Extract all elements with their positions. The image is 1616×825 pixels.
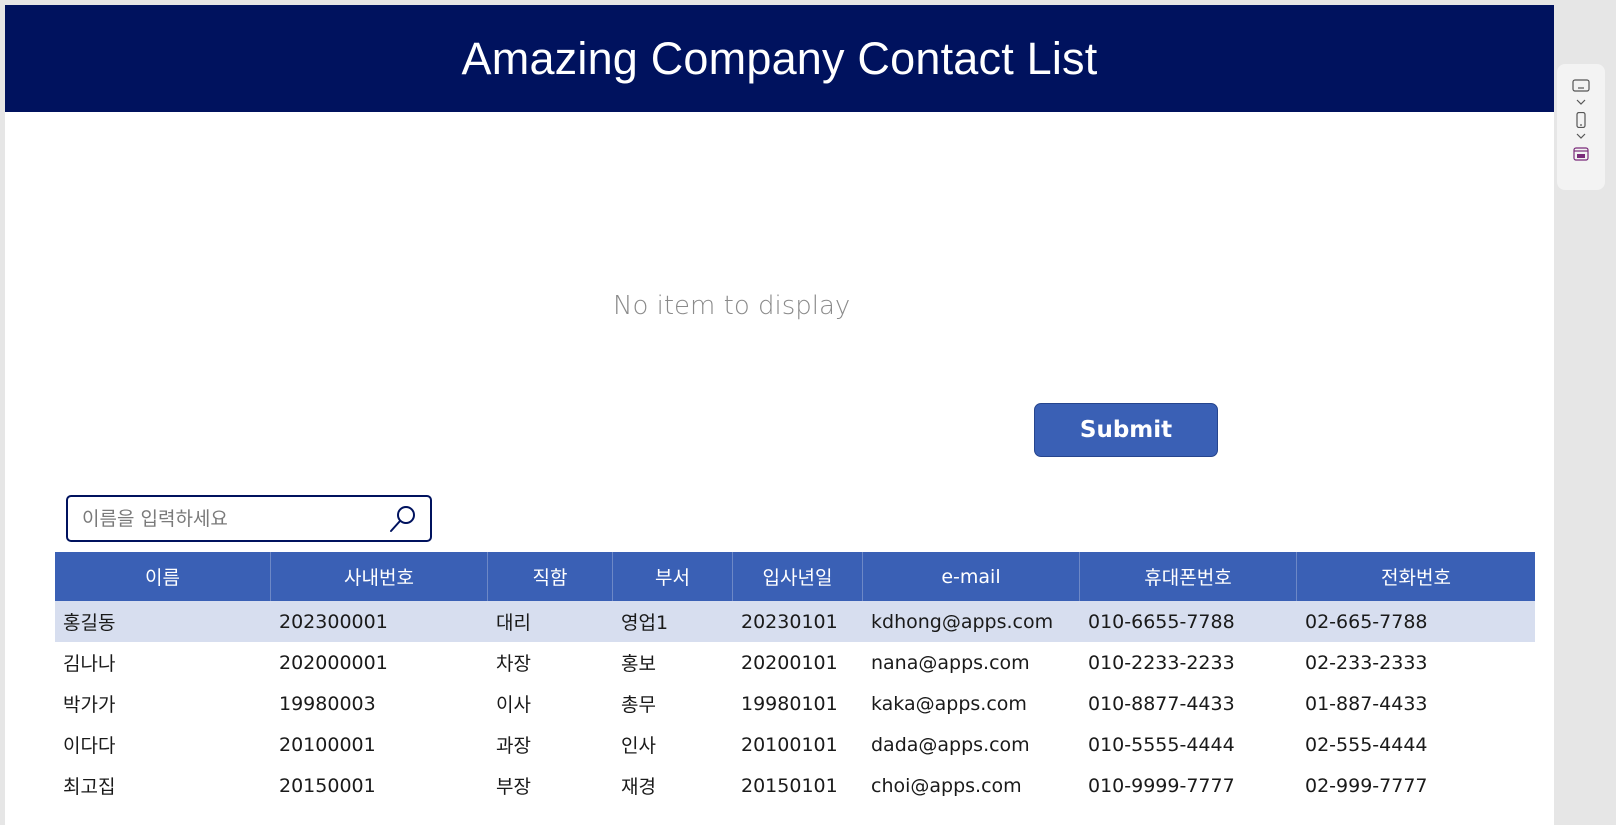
cell-phone: 02-665-7788 (1305, 610, 1428, 633)
table-row[interactable]: 박가가 19980003 이사 총무 19980101 kaka@apps.co… (55, 683, 1535, 724)
phone-icon[interactable] (1572, 112, 1590, 128)
chevron-down-icon[interactable] (1576, 98, 1586, 106)
cell-mobile: 010-2233-2233 (1088, 651, 1235, 674)
cell-department: 홍보 (621, 653, 656, 675)
cell-title: 대리 (496, 612, 531, 634)
cell-mobile: 010-8877-4433 (1088, 692, 1235, 715)
table-header: 이름 사내번호 직함 부서 입사년일 e-mail 휴대폰번호 전화번호 (55, 552, 1535, 601)
cell-phone: 02-555-4444 (1305, 733, 1428, 756)
table-row[interactable]: 홍길동 202300001 대리 영업1 20230101 kdhong@app… (55, 601, 1535, 642)
cell-department: 총무 (621, 694, 656, 716)
cell-name: 최고집 (63, 776, 116, 798)
cell-email: choi@apps.com (871, 774, 1022, 797)
search-input[interactable] (68, 496, 384, 541)
cell-hire-date: 20150101 (741, 774, 838, 797)
table-row[interactable]: 김나나 202000001 차장 홍보 20200101 nana@apps.c… (55, 642, 1535, 683)
cell-hire-date: 20200101 (741, 651, 838, 674)
search-icon[interactable] (388, 504, 418, 534)
cell-employee-id: 20150001 (279, 774, 376, 797)
table-row[interactable]: 최고집 20150001 부장 재경 20150101 choi@apps.co… (55, 765, 1535, 806)
calendar-icon[interactable] (1572, 146, 1590, 162)
cell-department: 인사 (621, 735, 656, 757)
cell-phone: 01-887-4433 (1305, 692, 1428, 715)
cell-hire-date: 19980101 (741, 692, 838, 715)
cell-mobile: 010-5555-4444 (1088, 733, 1235, 756)
cell-phone: 02-233-2333 (1305, 651, 1428, 674)
cell-email: kdhong@apps.com (871, 610, 1054, 633)
app-canvas: Amazing Company Contact List No item to … (5, 5, 1554, 825)
table-row[interactable]: 이다다 20100001 과장 인사 20100101 dada@apps.co… (55, 724, 1535, 765)
search-box (66, 495, 432, 542)
submit-button[interactable]: Submit (1034, 403, 1218, 457)
tablet-landscape-icon[interactable] (1572, 78, 1590, 94)
column-header-name[interactable]: 이름 (55, 552, 271, 601)
cell-name: 이다다 (63, 735, 116, 757)
cell-email: dada@apps.com (871, 733, 1030, 756)
cell-title: 차장 (496, 653, 531, 675)
cell-mobile: 010-6655-7788 (1088, 610, 1235, 633)
cell-department: 재경 (621, 776, 656, 798)
page-title: Amazing Company Contact List (461, 32, 1098, 84)
column-header-phone[interactable]: 전화번호 (1297, 552, 1535, 601)
cell-employee-id: 202000001 (279, 651, 388, 674)
cell-title: 이사 (496, 694, 531, 716)
app-header: Amazing Company Contact List (5, 5, 1554, 112)
contact-table: 이름 사내번호 직함 부서 입사년일 e-mail 휴대폰번호 전화번호 홍길동… (55, 552, 1535, 806)
cell-department: 영업1 (621, 612, 669, 634)
column-header-employee-id[interactable]: 사내번호 (271, 552, 488, 601)
cell-title: 부장 (496, 776, 531, 798)
cell-title: 과장 (496, 735, 531, 757)
cell-mobile: 010-9999-7777 (1088, 774, 1235, 797)
cell-hire-date: 20230101 (741, 610, 838, 633)
cell-email: kaka@apps.com (871, 692, 1027, 715)
cell-employee-id: 20100001 (279, 733, 376, 756)
column-header-hire-date[interactable]: 입사년일 (733, 552, 863, 601)
cell-hire-date: 20100101 (741, 733, 838, 756)
cell-employee-id: 19980003 (279, 692, 376, 715)
cell-phone: 02-999-7777 (1305, 774, 1428, 797)
cell-name: 박가가 (63, 694, 116, 716)
form-empty-message: No item to display (613, 291, 851, 321)
cell-email: nana@apps.com (871, 651, 1030, 674)
column-header-department[interactable]: 부서 (613, 552, 733, 601)
chevron-down-icon[interactable] (1576, 132, 1586, 140)
cell-name: 김나나 (63, 653, 116, 675)
cell-employee-id: 202300001 (279, 610, 388, 633)
side-panel (1557, 64, 1605, 190)
column-header-mobile[interactable]: 휴대폰번호 (1080, 552, 1297, 601)
cell-name: 홍길동 (63, 612, 116, 634)
column-header-title[interactable]: 직함 (488, 552, 613, 601)
column-header-email[interactable]: e-mail (863, 552, 1080, 601)
